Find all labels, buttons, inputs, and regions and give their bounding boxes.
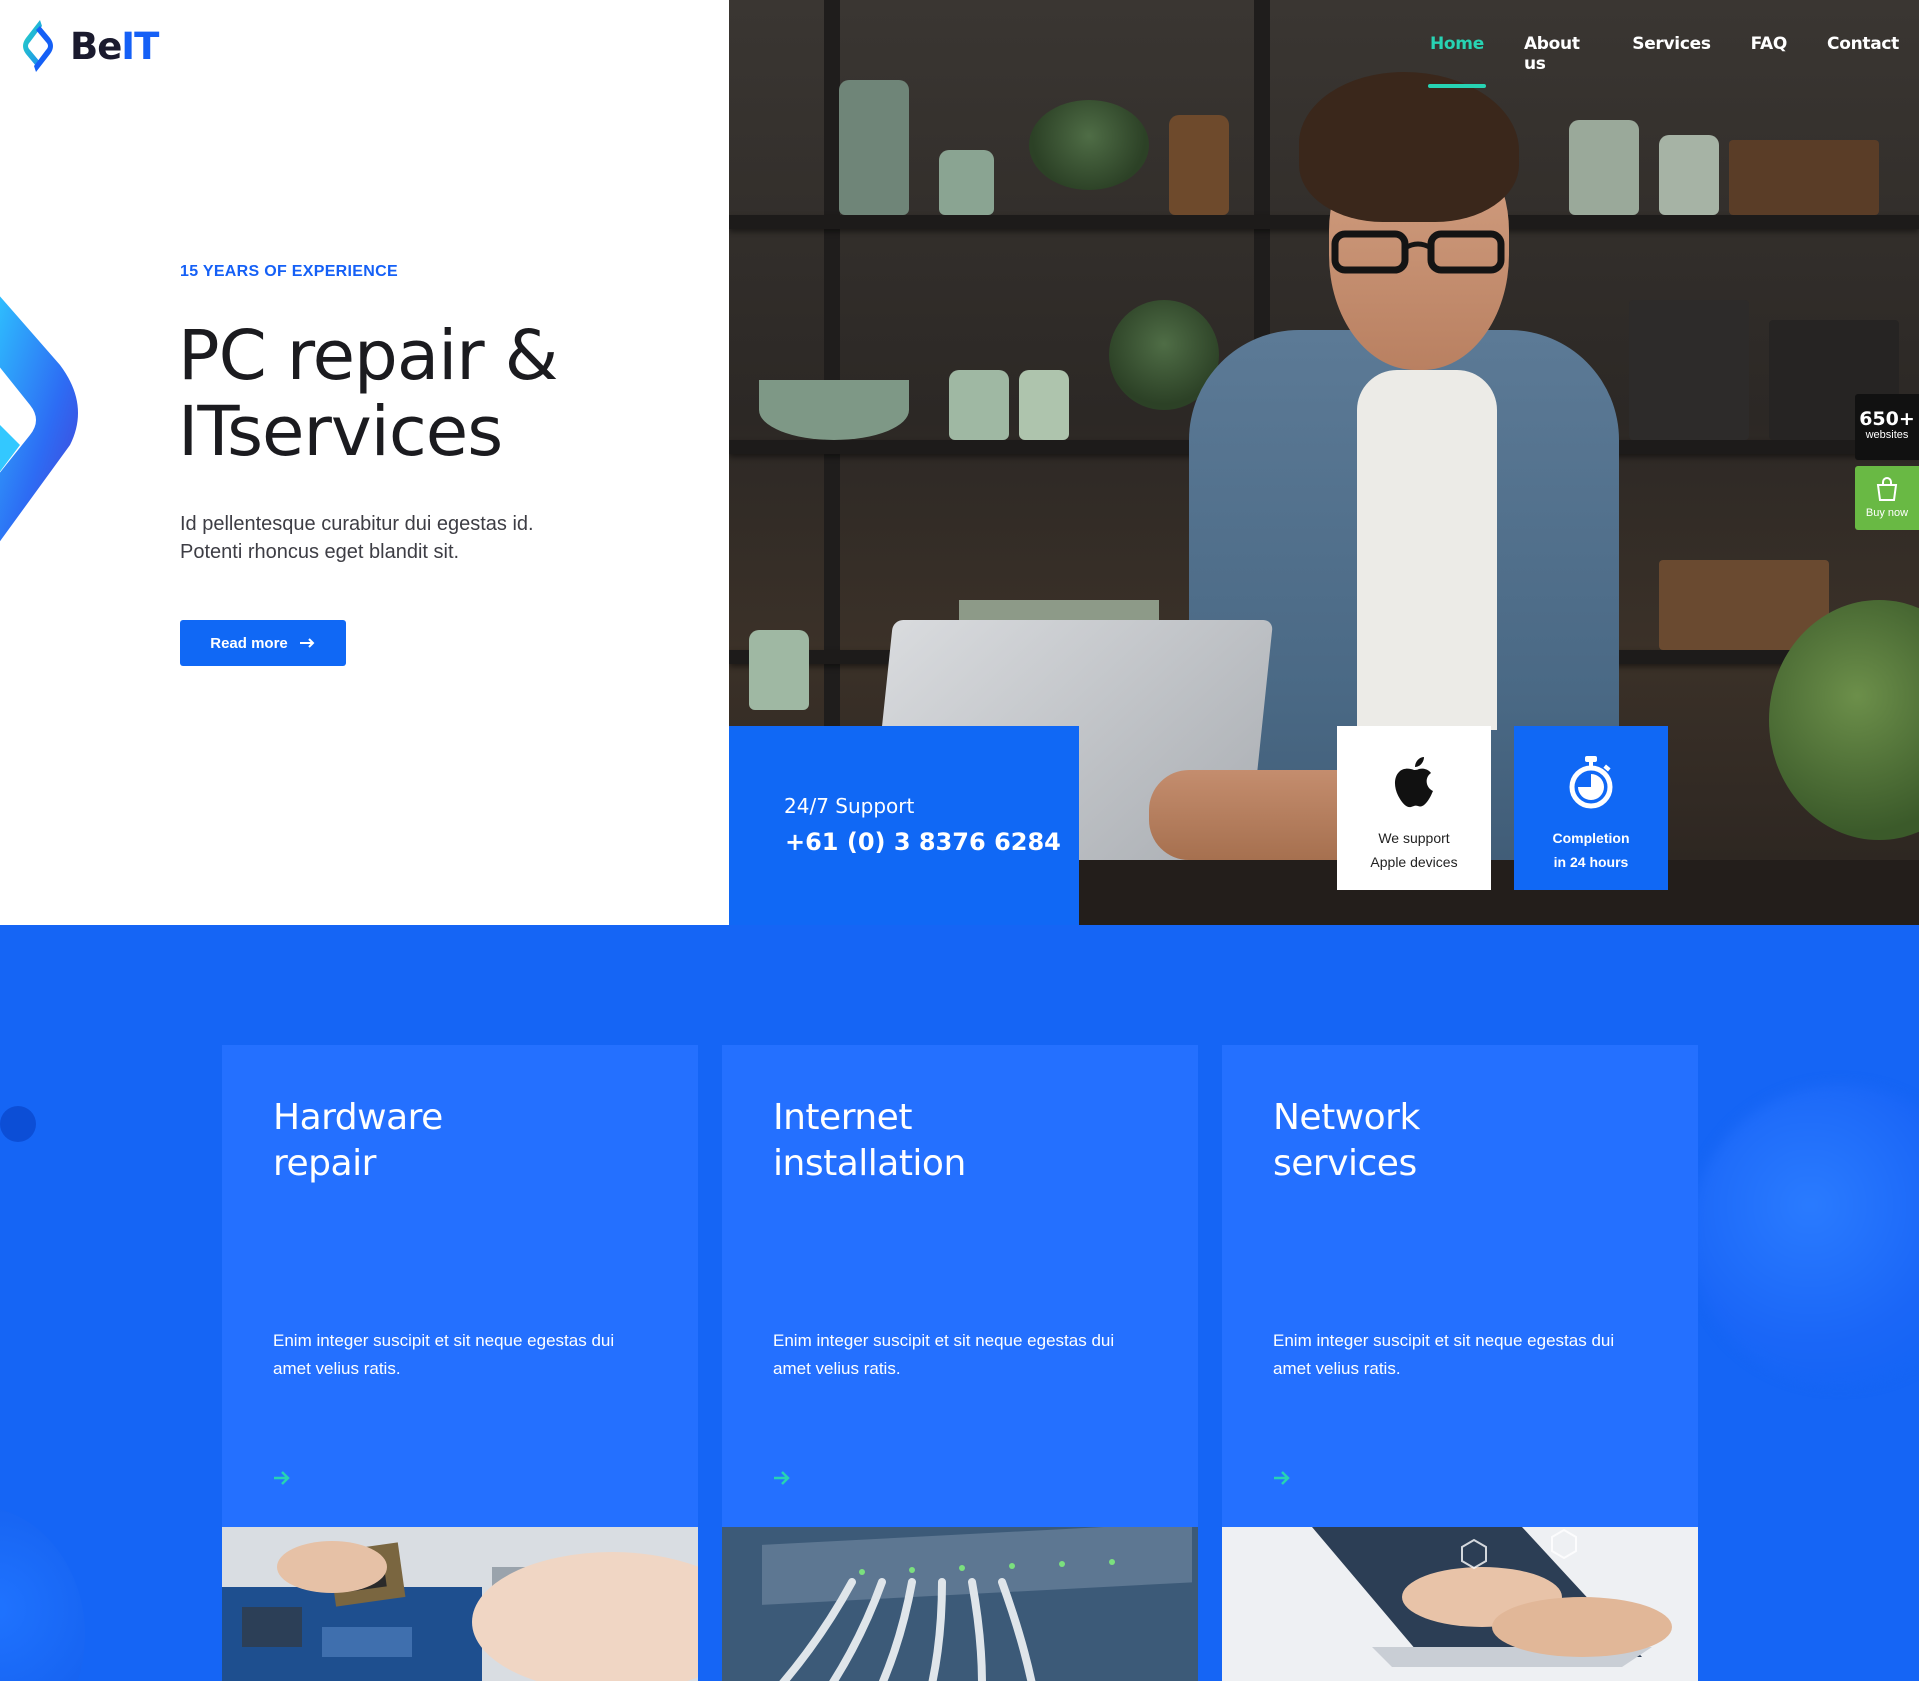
hardware-photo bbox=[222, 1527, 698, 1681]
decorative-bubble bbox=[0, 1106, 36, 1142]
service-card-description: Enim integer suscipit et sit neque egest… bbox=[1273, 1331, 1615, 1378]
nav-about-us[interactable]: About us bbox=[1504, 30, 1612, 88]
service-card-image bbox=[722, 1527, 1198, 1681]
hero-eyebrow: 15 YEARS OF EXPERIENCE bbox=[180, 263, 398, 280]
jar bbox=[1019, 370, 1069, 440]
nav-home[interactable]: Home bbox=[1410, 30, 1504, 88]
hero-title-line1: PC repair & bbox=[178, 316, 558, 396]
feature-apple-devices: We support Apple devices bbox=[1337, 726, 1491, 890]
arrow-right-icon bbox=[299, 638, 315, 648]
buy-now-label: Buy now bbox=[1865, 507, 1909, 519]
feature-apple-line1: We support bbox=[1378, 830, 1450, 846]
logo[interactable]: BeIT bbox=[18, 18, 159, 74]
network-cables-photo bbox=[722, 1527, 1198, 1681]
hero-section: BeIT 15 YEARS OF EXPERIENCE PC repair & … bbox=[0, 0, 1919, 925]
arrow-right-icon[interactable] bbox=[772, 1470, 792, 1486]
nav-faq[interactable]: FAQ bbox=[1731, 30, 1807, 88]
arrow-right-icon[interactable] bbox=[272, 1470, 292, 1486]
service-title-line1: Internet bbox=[773, 1097, 912, 1138]
logo-text: BeIT bbox=[70, 24, 159, 68]
person-tee bbox=[1357, 370, 1497, 730]
jar bbox=[839, 80, 909, 215]
person-hair bbox=[1299, 72, 1519, 222]
jar bbox=[939, 150, 994, 215]
arrow-right-icon[interactable] bbox=[1272, 1470, 1292, 1486]
service-title-line2: services bbox=[1273, 1143, 1417, 1184]
hero-title: PC repair & ITservices bbox=[178, 318, 738, 470]
websites-label: websites bbox=[1865, 429, 1909, 441]
support-label: 24/7 Support bbox=[784, 794, 915, 818]
nav-contact[interactable]: Contact bbox=[1807, 30, 1919, 88]
service-card-title: Hardware repair bbox=[273, 1095, 653, 1187]
side-websites-badge[interactable]: 650+ websites bbox=[1855, 394, 1919, 460]
read-more-label: Read more bbox=[210, 634, 288, 652]
shelf bbox=[729, 215, 1919, 229]
read-more-button[interactable]: Read more bbox=[180, 620, 346, 666]
bowl bbox=[759, 380, 909, 440]
jar bbox=[1659, 135, 1719, 215]
laptop-typing-photo bbox=[1222, 1527, 1698, 1681]
support-block: 24/7 Support +61 (0) 3 8376 6284 bbox=[729, 726, 1079, 925]
stopwatch-icon bbox=[1569, 756, 1613, 809]
service-title-line2: repair bbox=[273, 1143, 376, 1184]
service-card-title: Internet installation bbox=[773, 1095, 1153, 1187]
jar bbox=[949, 370, 1009, 440]
service-card-description: Enim integer suscipit et sit neque egest… bbox=[773, 1331, 1115, 1378]
jar bbox=[1569, 120, 1639, 215]
websites-count: 650+ bbox=[1859, 408, 1915, 430]
service-card-image bbox=[222, 1527, 698, 1681]
service-card-hardware-repair[interactable]: Hardware repair Enim integer suscipit et… bbox=[222, 1045, 698, 1681]
feature-time-line2: in 24 hours bbox=[1553, 854, 1629, 870]
feature-completion-time: Completion in 24 hours bbox=[1514, 726, 1668, 890]
apple-icon bbox=[1394, 757, 1433, 808]
decorative-chevron-shape bbox=[0, 296, 78, 542]
side-buy-now-button[interactable]: Buy now bbox=[1855, 466, 1919, 530]
service-card-description: Enim integer suscipit et sit neque egest… bbox=[273, 1331, 615, 1378]
service-card-network-services[interactable]: Network services Enim integer suscipit e… bbox=[1222, 1045, 1698, 1681]
nav-services[interactable]: Services bbox=[1612, 30, 1730, 88]
canister bbox=[1629, 300, 1749, 440]
decorative-bubble bbox=[0, 1505, 85, 1681]
logo-mark-icon bbox=[23, 20, 53, 72]
service-card-image bbox=[1222, 1527, 1698, 1681]
main-nav: Home About us Services FAQ Contact bbox=[1410, 30, 1919, 88]
jar bbox=[749, 630, 809, 710]
feature-time-line1: Completion bbox=[1552, 830, 1630, 846]
shopping-bag-icon bbox=[1876, 477, 1898, 501]
service-card-title: Network services bbox=[1273, 1095, 1653, 1187]
service-title-line1: Hardware bbox=[273, 1097, 443, 1138]
services-section: Hardware repair Enim integer suscipit et… bbox=[0, 925, 1919, 1681]
service-title-line1: Network bbox=[1273, 1097, 1420, 1138]
service-card-internet-installation[interactable]: Internet installation Enim integer susci… bbox=[722, 1045, 1198, 1681]
hero-description: Id pellentesque curabitur dui egestas id… bbox=[180, 513, 534, 563]
decorative-bubble bbox=[1690, 1085, 1919, 1385]
plant bbox=[1029, 100, 1149, 190]
hero-title-line2: ITservices bbox=[178, 392, 503, 472]
jar bbox=[1169, 115, 1229, 215]
feature-apple-line2: Apple devices bbox=[1370, 854, 1458, 870]
crate bbox=[1729, 140, 1879, 215]
service-title-line2: installation bbox=[773, 1143, 966, 1184]
support-phone[interactable]: +61 (0) 3 8376 6284 bbox=[785, 828, 1061, 856]
glasses bbox=[1331, 230, 1505, 274]
